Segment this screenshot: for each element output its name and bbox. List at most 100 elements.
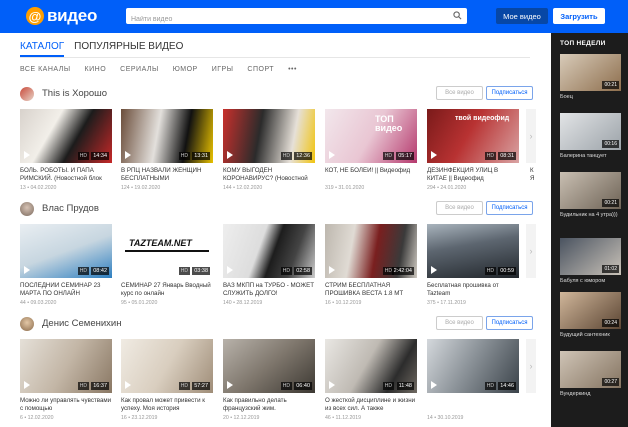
video-title[interactable]: Можно ли управлять чувствами с помощью [20, 397, 112, 413]
more-categories-icon[interactable]: ••• [288, 66, 297, 73]
category-games[interactable]: ИГРЫ [212, 66, 234, 73]
video-card[interactable]: HD 14:46 14 • 30.10.2019 [427, 339, 519, 421]
video-card[interactable]: твой видеофид HD 08:31 ДЕЗИНФЕКЦИЯ УЛИЦ … [427, 109, 519, 191]
duration-badge: 08:31 [498, 152, 516, 160]
video-title[interactable]: ПОСЛЕДНИЙ СЕМИНАР 23 МАРТА ПО ОНЛАЙН [20, 282, 112, 298]
video-card[interactable]: HD 12:36 КОМУ ВЫГОДЕН КОРОНАВИРУС? (Ново… [223, 109, 315, 191]
search-icon[interactable] [453, 11, 462, 20]
sidebar-video-item[interactable]: 00:24 Будущий сантехник [560, 292, 621, 339]
video-thumbnail[interactable]: HD 16:37 [20, 339, 112, 393]
sidebar-video-title[interactable]: Балерина танцует [560, 153, 621, 160]
sidebar-video-title[interactable]: Будильник на 4 утра))) [560, 212, 621, 219]
sidebar-thumbnail[interactable]: 00:21 [560, 54, 621, 91]
video-title[interactable]: Как провал может привести к успеху. Моя … [121, 397, 213, 413]
video-thumbnail[interactable]: HD 00:59 [427, 224, 519, 278]
video-card[interactable]: HD 11:48 О жесткой дисциплине и жизни из… [325, 339, 417, 421]
video-title[interactable]: Бесплатная прошивка от Tazteam [427, 282, 519, 298]
channel-name[interactable]: Денис Семенихин [42, 318, 121, 329]
category-movies[interactable]: КИНО [85, 66, 107, 73]
video-thumbnail[interactable]: TAZTEAM.NET HD 03:38 [121, 224, 213, 278]
sidebar-video-item[interactable]: 00:21 Будильник на 4 утра))) [560, 172, 621, 219]
video-card[interactable]: HD 00:59 Бесплатная прошивка от Tazteam … [427, 224, 519, 306]
video-title[interactable]: Как правильно делать французский жим. [223, 397, 315, 413]
sidebar-video-title[interactable]: Будущий сантехник [560, 332, 621, 339]
duration-badge: 08:42 [91, 267, 109, 275]
video-title[interactable]: ДЕЗИНФЕКЦИЯ УЛИЦ В КИТАЕ || Видеофид [427, 167, 519, 183]
sidebar-video-item[interactable]: 00:27 Вундеркинд [560, 351, 621, 398]
video-thumbnail[interactable]: HD 14:46 [427, 339, 519, 393]
video-thumbnail[interactable]: твой видеофид HD 08:31 [427, 109, 519, 163]
video-card[interactable]: HD 06:40 Как правильно делать французски… [223, 339, 315, 421]
all-videos-button[interactable]: Все видео [436, 316, 483, 330]
sidebar-video-item[interactable]: 00:16 Балерина танцует [560, 113, 621, 160]
video-title[interactable]: ВАЗ МКПП на ТУРБО - МОЖЕТ СЛУЖИТЬ ДОЛГО! [223, 282, 315, 298]
video-thumbnail[interactable]: HD 11:48 [325, 339, 417, 393]
sidebar-video-title[interactable]: Боец [560, 94, 621, 101]
channel-name[interactable]: Влас Прудов [42, 203, 99, 214]
sidebar-thumbnail[interactable]: 00:27 [560, 351, 621, 388]
hd-badge: HD [280, 152, 292, 160]
duration-badge: 06:40 [294, 382, 312, 390]
channel-avatar[interactable] [20, 87, 34, 101]
video-card[interactable]: HD 57:27 Как провал может привести к усп… [121, 339, 213, 421]
video-title[interactable]: СТРИМ БЕСПЛАТНАЯ ПРОШИВКА ВЕСТА 1.8 МТ [325, 282, 417, 298]
upload-button[interactable]: Загрузить [553, 8, 605, 24]
category-sport[interactable]: СПОРТ [247, 66, 274, 73]
next-arrow-icon[interactable]: › [526, 339, 536, 393]
video-thumbnail[interactable]: HD 08:42 [20, 224, 112, 278]
category-humor[interactable]: ЮМОР [173, 66, 198, 73]
channel-name[interactable]: This is Хорошо [42, 88, 107, 99]
video-title[interactable]: О жесткой дисциплине и жизни из всех сил… [325, 397, 417, 413]
video-thumbnail[interactable]: HD 13:31 [121, 109, 213, 163]
video-card[interactable]: HD 02:58 ВАЗ МКПП на ТУРБО - МОЖЕТ СЛУЖИ… [223, 224, 315, 306]
next-arrow-icon[interactable]: › [526, 224, 536, 278]
video-card[interactable]: HD 13:31 В РПЦ НАЗВАЛИ ЖЕНЩИН БЕСПЛАТНЫМ… [121, 109, 213, 191]
video-title[interactable]: БОЛЬ. РОБОТЫ. И ПАПА РИМСКИЙ. (Новостной… [20, 167, 112, 183]
tab-catalog[interactable]: КАТАЛОГ [20, 41, 65, 57]
tab-popular[interactable]: ПОПУЛЯРНЫЕ ВИДЕО [74, 41, 183, 57]
main-tabs: КАТАЛОГ ПОПУЛЯРНЫЕ ВИДЕО [20, 41, 183, 57]
all-videos-button[interactable]: Все видео [436, 86, 483, 100]
video-title[interactable]: КОМУ ВЫГОДЕН КОРОНАВИРУС? (Новостной [223, 167, 315, 183]
video-thumbnail[interactable]: HD 02:58 [223, 224, 315, 278]
channel-avatar[interactable] [20, 202, 34, 216]
next-arrow-icon[interactable]: › [526, 109, 536, 163]
subscribe-button[interactable]: Подписаться [486, 316, 533, 330]
category-series[interactable]: СЕРИАЛЫ [120, 66, 159, 73]
video-thumbnail[interactable]: HD 57:27 [121, 339, 213, 393]
video-card[interactable]: HD 16:37 Можно ли управлять чувствами с … [20, 339, 112, 421]
video-card[interactable]: TAZTEAM.NET HD 03:38 СЕМИНАР 27 Январь В… [121, 224, 213, 306]
category-all-channels[interactable]: ВСЕ КАНАЛЫ [20, 66, 71, 73]
video-meta: 20 • 12.12.2019 [223, 415, 260, 421]
sidebar-video-title[interactable]: Вундеркинд [560, 391, 621, 398]
play-icon [431, 381, 437, 389]
video-thumbnail[interactable]: HD 06:40 [223, 339, 315, 393]
sidebar-thumbnail[interactable]: 00:24 [560, 292, 621, 329]
subscribe-button[interactable]: Подписаться [486, 201, 533, 215]
sidebar-video-item[interactable]: 00:21 Боец [560, 54, 621, 101]
sidebar-thumbnail[interactable]: 01:02 [560, 238, 621, 275]
logo[interactable]: @ видео [26, 6, 97, 26]
sidebar-video-item[interactable]: 01:02 Бабуля с юмором [560, 238, 621, 285]
video-title[interactable] [427, 397, 519, 413]
channel-avatar[interactable] [20, 317, 34, 331]
search-input[interactable] [126, 11, 436, 28]
video-title[interactable]: В РПЦ НАЗВАЛИ ЖЕНЩИН БЕСПЛАТНЫМИ [121, 167, 213, 183]
my-video-button[interactable]: Мое видео [496, 8, 548, 24]
hd-badge: HD [77, 152, 89, 160]
video-card[interactable]: HD 14:34 БОЛЬ. РОБОТЫ. И ПАПА РИМСКИЙ. (… [20, 109, 112, 191]
video-thumbnail[interactable]: ТОП видео HD 05:17 [325, 109, 417, 163]
video-title[interactable]: КОТ, НЕ БОЛЕЙ! || Видеофид [325, 167, 417, 183]
video-card[interactable]: ТОП видео HD 05:17 КОТ, НЕ БОЛЕЙ! || Вид… [325, 109, 417, 191]
all-videos-button[interactable]: Все видео [436, 201, 483, 215]
subscribe-button[interactable]: Подписаться [486, 86, 533, 100]
sidebar-video-title[interactable]: Бабуля с юмором [560, 278, 621, 285]
sidebar-thumbnail[interactable]: 00:21 [560, 172, 621, 209]
video-thumbnail[interactable]: HD 2:42:04 [325, 224, 417, 278]
video-thumbnail[interactable]: HD 12:36 [223, 109, 315, 163]
video-title[interactable]: СЕМИНАР 27 Январь Вводный курс по онлайн [121, 282, 213, 298]
video-card[interactable]: HD 2:42:04 СТРИМ БЕСПЛАТНАЯ ПРОШИВКА ВЕС… [325, 224, 417, 306]
sidebar-thumbnail[interactable]: 00:16 [560, 113, 621, 150]
video-card[interactable]: HD 08:42 ПОСЛЕДНИЙ СЕМИНАР 23 МАРТА ПО О… [20, 224, 112, 306]
video-thumbnail[interactable]: HD 14:34 [20, 109, 112, 163]
